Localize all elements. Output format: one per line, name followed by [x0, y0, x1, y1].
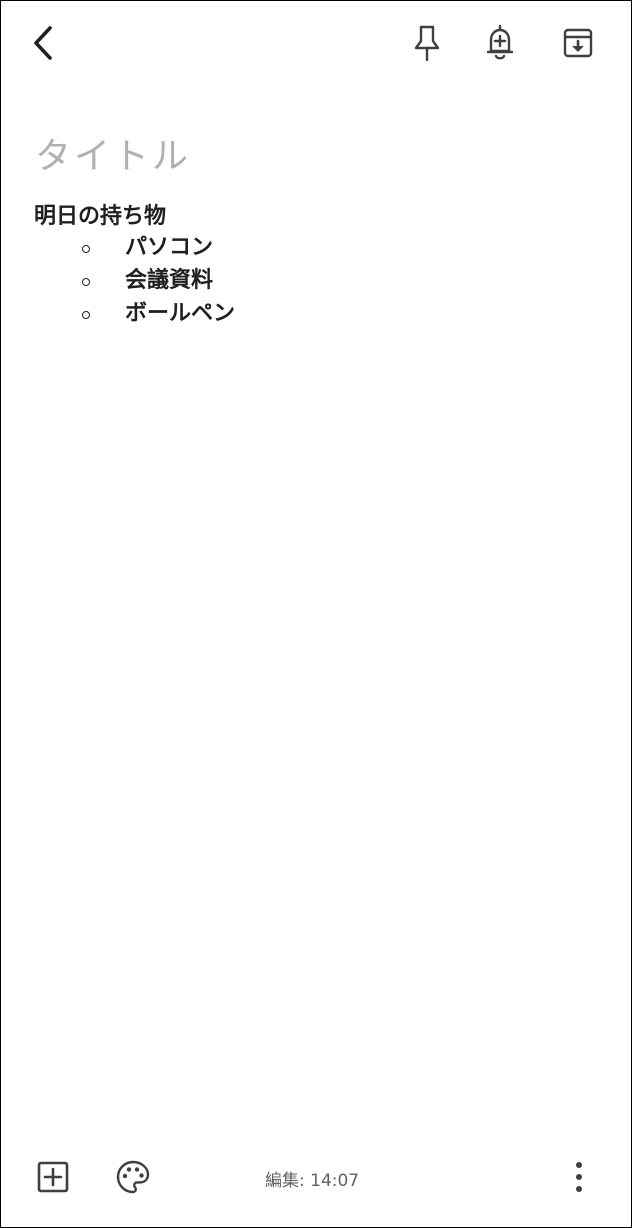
- bell-plus-icon: [485, 23, 515, 63]
- list-item: パソコン: [34, 232, 235, 265]
- add-box-icon: [36, 1160, 70, 1194]
- list-item-text: パソコン: [125, 235, 214, 260]
- archive-button[interactable]: [554, 19, 602, 67]
- archive-icon: [562, 26, 594, 60]
- note-content[interactable]: 明日の持ち物 パソコン 会議資料 ボールペン: [34, 201, 235, 331]
- reminder-button[interactable]: [476, 19, 524, 67]
- bullet-icon: [82, 311, 90, 319]
- bullet-icon: [82, 245, 90, 253]
- more-options-button[interactable]: [555, 1153, 603, 1201]
- last-edited-time: 編集: 14:07: [265, 1171, 360, 1191]
- more-vert-icon: [573, 1160, 585, 1194]
- top-toolbar: [1, 1, 631, 85]
- note-title-input[interactable]: タイトル: [35, 127, 191, 179]
- checklist: パソコン 会議資料 ボールペン: [34, 232, 235, 331]
- palette-button[interactable]: [109, 1153, 157, 1201]
- list-item: ボールペン: [34, 298, 235, 331]
- note-heading: 明日の持ち物: [34, 204, 167, 229]
- list-item-text: 会議資料: [125, 268, 214, 293]
- pin-button[interactable]: [403, 19, 451, 67]
- chevron-left-icon: [28, 24, 58, 62]
- pin-icon: [413, 23, 441, 63]
- note-editor-screen: タイトル 明日の持ち物 パソコン 会議資料 ボールペン 編集: 14:07: [0, 0, 632, 1228]
- add-button[interactable]: [29, 1153, 77, 1201]
- palette-icon: [115, 1159, 151, 1195]
- bottom-toolbar: 編集: 14:07: [1, 1143, 631, 1227]
- back-button[interactable]: [19, 19, 67, 67]
- bullet-icon: [82, 278, 90, 286]
- list-item: 会議資料: [34, 265, 235, 298]
- list-item-text: ボールペン: [125, 301, 236, 326]
